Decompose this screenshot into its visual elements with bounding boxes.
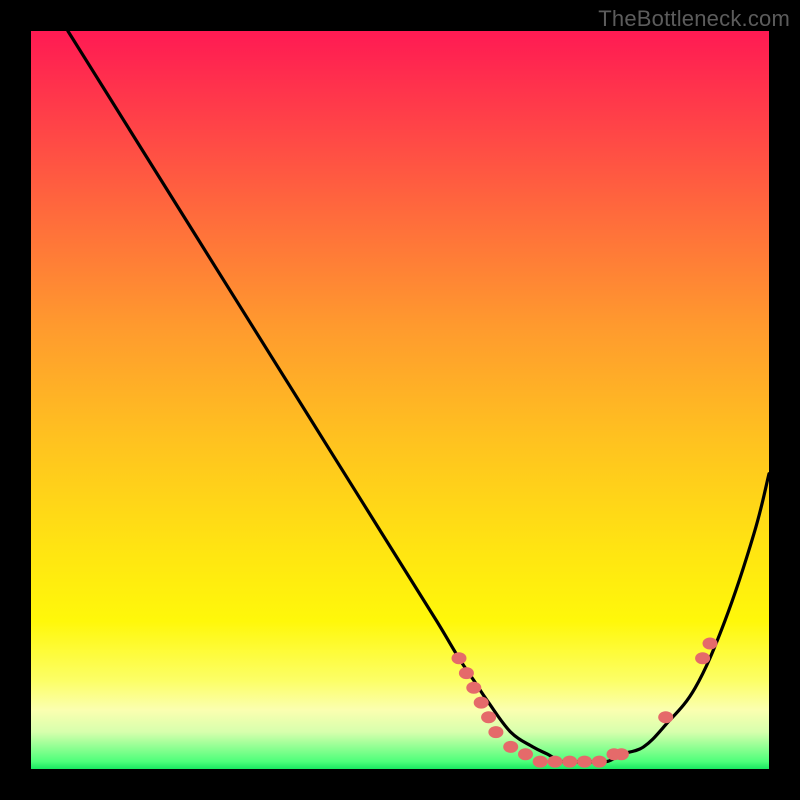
curve-svg bbox=[31, 31, 769, 769]
marker-dot bbox=[592, 756, 607, 768]
marker-dot bbox=[474, 697, 489, 709]
bottleneck-curve bbox=[68, 31, 769, 762]
marker-dot bbox=[614, 748, 629, 760]
curve-markers bbox=[452, 638, 718, 768]
marker-dot bbox=[703, 638, 718, 650]
marker-dot bbox=[459, 667, 474, 679]
marker-dot bbox=[481, 711, 496, 723]
marker-dot bbox=[518, 748, 533, 760]
chart-frame: TheBottleneck.com bbox=[0, 0, 800, 800]
marker-dot bbox=[577, 756, 592, 768]
marker-dot bbox=[533, 756, 548, 768]
marker-dot bbox=[695, 652, 710, 664]
watermark-text: TheBottleneck.com bbox=[598, 6, 790, 32]
marker-dot bbox=[488, 726, 503, 738]
marker-dot bbox=[466, 682, 481, 694]
marker-dot bbox=[562, 756, 577, 768]
marker-dot bbox=[658, 711, 673, 723]
plot-area bbox=[31, 31, 769, 769]
marker-dot bbox=[548, 756, 563, 768]
marker-dot bbox=[503, 741, 518, 753]
marker-dot bbox=[452, 652, 467, 664]
series-curve bbox=[68, 31, 769, 762]
